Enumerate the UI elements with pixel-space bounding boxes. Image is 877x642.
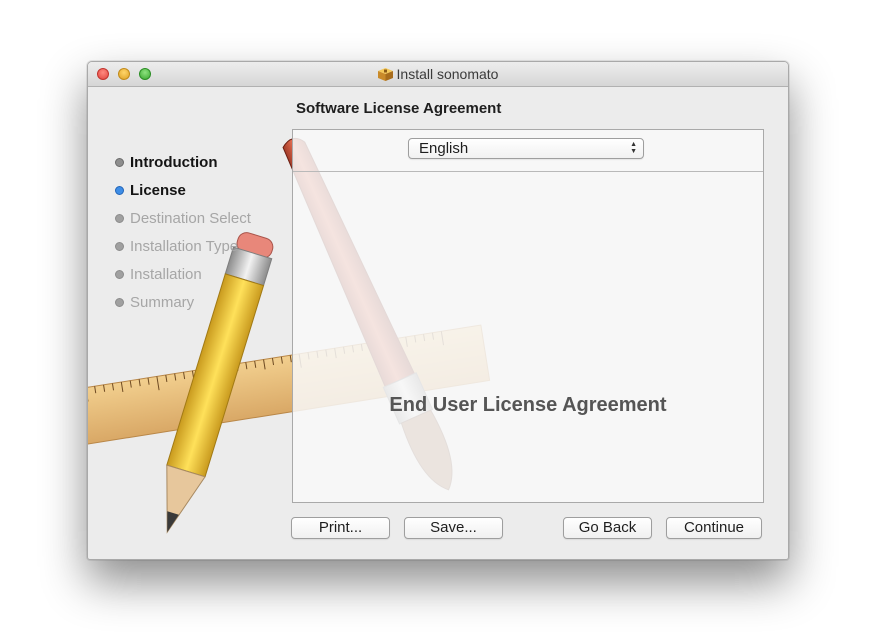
step-status-icon [115,242,124,251]
license-panel: English ▲ ▼ End User License Agreement [292,129,764,503]
step-label: Installation Type [130,238,239,255]
step-label: Introduction [130,154,218,171]
step-status-icon [115,186,124,195]
step-status-icon [115,270,124,279]
step-license: License [113,182,251,210]
language-select[interactable]: English ▲ ▼ [408,138,644,159]
page-title: Software License Agreement [296,100,502,117]
window-title-area: Install sonomato [88,66,788,82]
title-bar[interactable]: Install sonomato [88,62,788,87]
step-destination-select: Destination Select [113,210,251,238]
step-label: Summary [130,294,195,311]
step-label: Destination Select [130,210,251,227]
print-button[interactable]: Print... [291,517,390,539]
package-icon [377,68,393,81]
license-text: End User License Agreement [389,394,667,416]
step-installation: Installation [113,266,251,294]
step-introduction: Introduction [113,154,251,182]
go-back-button[interactable]: Go Back [563,517,652,539]
installer-window: Install sonomato Software License Agreem… [87,61,789,560]
step-status-icon [115,214,124,223]
continue-button[interactable]: Continue [666,517,762,539]
step-label: License [130,182,186,199]
step-label: Installation [130,266,202,283]
save-button[interactable]: Save... [404,517,503,539]
step-status-icon [115,158,124,167]
language-bar: English ▲ ▼ [293,130,763,172]
installer-steps-list: Introduction License Destination Select … [113,154,251,322]
step-status-icon [115,298,124,307]
window-title: Install sonomato [396,66,499,82]
language-select-value: English [419,140,469,157]
step-installation-type: Installation Type [113,238,251,266]
select-arrows-icon: ▲ ▼ [630,141,637,155]
step-summary: Summary [113,294,251,322]
